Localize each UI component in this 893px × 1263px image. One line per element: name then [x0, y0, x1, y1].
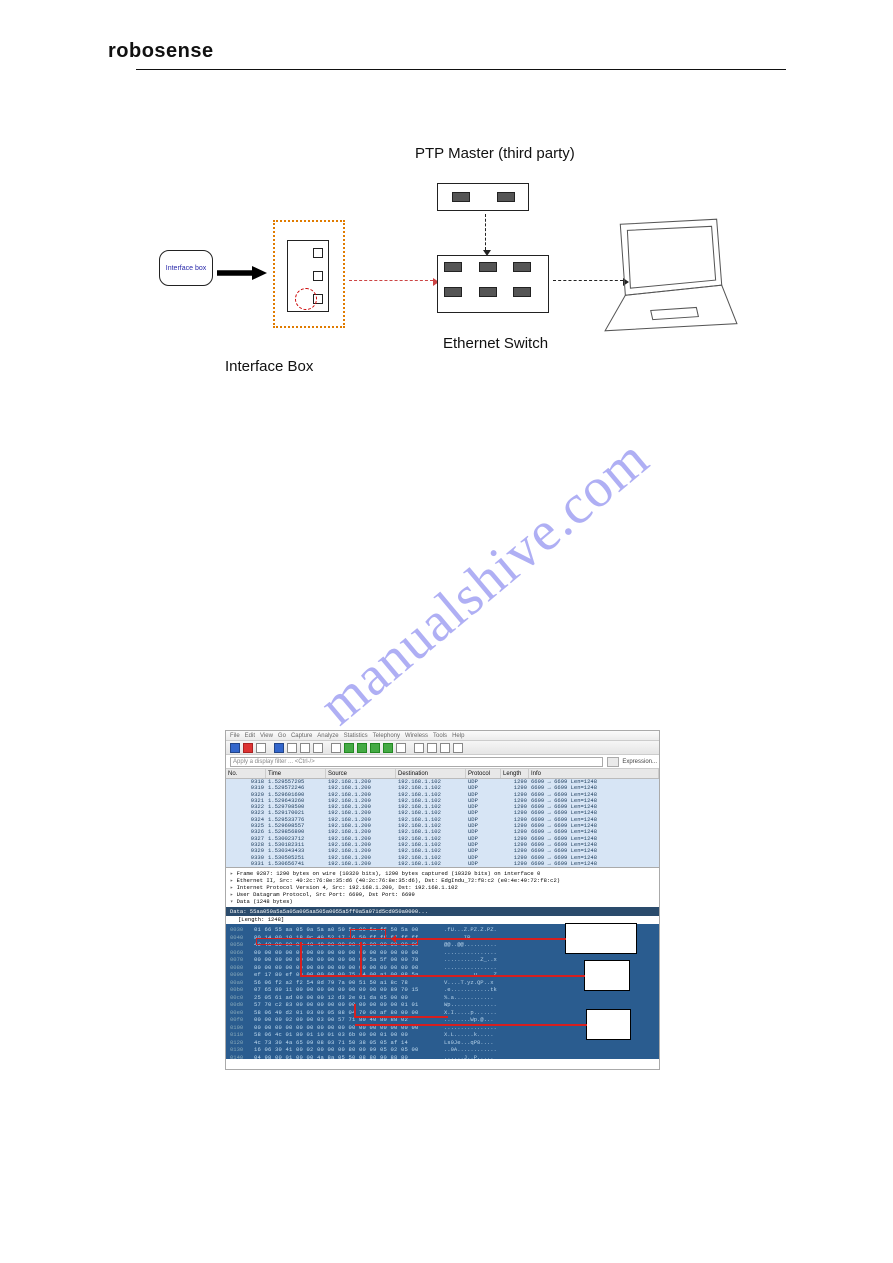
expression-link[interactable]: Expression...: [622, 759, 657, 765]
callout-line: [396, 938, 566, 940]
toolbar-close-icon[interactable]: [300, 743, 310, 753]
col-length[interactable]: Length: [501, 769, 529, 778]
toolbar-next-icon[interactable]: [357, 743, 367, 753]
menu-item-view[interactable]: View: [260, 733, 273, 739]
toolbar-prev-icon[interactable]: [344, 743, 354, 753]
ethernet-switch-box: [437, 255, 549, 313]
filter-dropdown-icon[interactable]: [607, 757, 619, 767]
col-no[interactable]: No.: [226, 769, 266, 778]
col-destination[interactable]: Destination: [396, 769, 466, 778]
ptp-master-label: PTP Master (third party): [415, 145, 575, 162]
zoom-reset-icon[interactable]: [440, 743, 450, 753]
ethernet-port-icon: [444, 262, 462, 272]
menu-bar: File Edit View Go Capture Analyze Statistics Te…: [226, 731, 659, 741]
filter-bar: Apply a display filter ... <Ctrl-/> Expr…: [226, 755, 659, 769]
toolbar-icon[interactable]: [256, 743, 266, 753]
resize-columns-icon[interactable]: [453, 743, 463, 753]
menu-item-statistics[interactable]: Statistics: [344, 733, 368, 739]
hex-line: 00c025 05 61 ad 00 00 00 12 d3 2e 01 da …: [226, 994, 659, 1002]
col-time[interactable]: Time: [266, 769, 326, 778]
menu-item-go[interactable]: Go: [278, 733, 286, 739]
callout-line: [360, 947, 362, 975]
toolbar-find-icon[interactable]: [331, 743, 341, 753]
ethernet-port-icon: [513, 262, 531, 272]
detail-line-expanded[interactable]: Data (1248 bytes): [230, 898, 655, 905]
data-header-line: Data: 55aa050a5a5a05a005aa505a0055a5ff0a…: [226, 907, 659, 916]
header-divider: [136, 69, 786, 70]
zoom-out-icon[interactable]: [427, 743, 437, 753]
port-highlight-circle: [295, 288, 317, 310]
hex-line: 014004 98 00 01 00 00 4a 8a 05 50 08 80 …: [226, 1054, 659, 1060]
callout-box-1: [565, 923, 637, 954]
toolbar-open-icon[interactable]: [274, 743, 284, 753]
ethernet-switch-label: Ethernet Switch: [443, 335, 548, 352]
hex-pointer-line: [354, 1016, 448, 1018]
menu-item-help[interactable]: Help: [452, 733, 464, 739]
hex-pointer-line: [354, 1004, 356, 1016]
menu-item-capture[interactable]: Capture: [291, 733, 312, 739]
toolbar-goto-icon[interactable]: [370, 743, 380, 753]
port-icon: [313, 271, 323, 281]
packet-list[interactable]: 93181.529557205192.168.1.200192.168.1.10…: [226, 779, 659, 867]
menu-item-analyze[interactable]: Analyze: [317, 733, 338, 739]
detail-line[interactable]: Ethernet II, Src: 40:2c:76:8e:35:d6 (40:…: [230, 877, 655, 884]
zoom-in-icon[interactable]: [414, 743, 424, 753]
sensor-text: Interface box: [166, 265, 206, 272]
dashed-arrow-right-icon: [349, 280, 433, 281]
hex-line: 013016 06 30 41 00 02 00 00 00 80 00 99 …: [226, 1046, 659, 1054]
callout-box-2: [584, 960, 630, 991]
port-icon: [313, 248, 323, 258]
detail-line[interactable]: Internet Protocol Version 4, Src: 192.16…: [230, 884, 655, 891]
brand-logo: robosense: [108, 40, 758, 63]
ethernet-port-icon: [497, 192, 515, 202]
col-source[interactable]: Source: [326, 769, 396, 778]
detail-line[interactable]: Frame 9287: 1290 bytes on wire (10320 bi…: [230, 870, 655, 877]
ethernet-port-icon: [479, 262, 497, 272]
laptop-icon: [600, 210, 742, 340]
callout-line: [300, 975, 585, 977]
toolbar-icon[interactable]: [396, 743, 406, 753]
toolbar-stop-icon[interactable]: [243, 743, 253, 753]
ethernet-port-icon: [479, 287, 497, 297]
toolbar-icon[interactable]: [230, 743, 240, 753]
packet-list-header: No. Time Source Destination Protocol Len…: [226, 769, 659, 779]
interface-box-label: Interface Box: [225, 358, 313, 375]
ethernet-port-icon: [452, 192, 470, 202]
toolbar-reload-icon[interactable]: [313, 743, 323, 753]
callout-line: [355, 1024, 587, 1026]
toolbar-save-icon[interactable]: [287, 743, 297, 753]
menu-item-edit[interactable]: Edit: [245, 733, 255, 739]
arrow-black-icon: [217, 266, 267, 280]
sensor-box: Interface box: [159, 250, 213, 286]
menu-item-file[interactable]: File: [230, 733, 240, 739]
menu-item-wireless[interactable]: Wireless: [405, 733, 428, 739]
packet-row[interactable]: 93311.530656741192.168.1.200192.168.1.10…: [226, 861, 659, 867]
hex-line: 00d057 70 c2 83 00 00 00 00 00 00 00 00 …: [226, 1001, 659, 1009]
callout-line: [300, 947, 302, 975]
callout-box-3: [586, 1009, 631, 1040]
menu-item-tools[interactable]: Tools: [433, 733, 447, 739]
filter-input[interactable]: Apply a display filter ... <Ctrl-/>: [230, 757, 603, 767]
col-protocol[interactable]: Protocol: [466, 769, 501, 778]
toolbar: [226, 741, 659, 755]
toolbar-last-icon[interactable]: [383, 743, 393, 753]
ethernet-port-icon: [513, 287, 531, 297]
connection-diagram: PTP Master (third party) Interface Box E…: [135, 110, 750, 390]
ptp-master-box: [437, 183, 529, 211]
watermark-text: manualshive.com: [307, 426, 661, 738]
col-info[interactable]: Info: [529, 769, 659, 778]
packet-details[interactable]: Frame 9287: 1290 bytes on wire (10320 bi…: [226, 867, 659, 907]
dashed-arrow-down-icon: [485, 214, 486, 250]
page-header: robosense: [108, 40, 758, 70]
menu-item-telephony[interactable]: Telephony: [373, 733, 400, 739]
detail-line[interactable]: User Datagram Protocol, Src Port: 6699, …: [230, 891, 655, 898]
ethernet-port-icon: [444, 287, 462, 297]
